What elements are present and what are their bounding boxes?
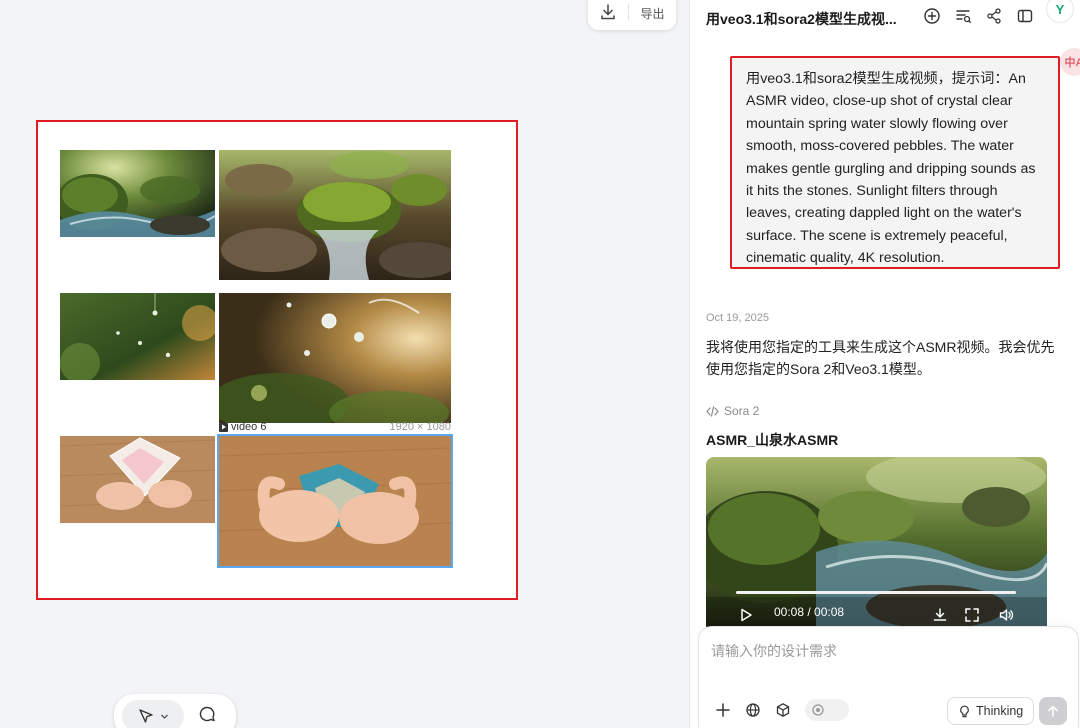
- user-avatar[interactable]: Y: [1047, 0, 1073, 22]
- cube-icon[interactable]: [775, 702, 791, 718]
- assistant-message: 我将使用您指定的工具来生成这个ASMR视频。我会优先使用您指定的Sora 2和V…: [706, 339, 1055, 377]
- chevron-down-icon: [160, 714, 168, 719]
- share-icon[interactable]: [984, 6, 1004, 26]
- code-icon: [706, 405, 719, 417]
- new-chat-icon[interactable]: [922, 6, 942, 26]
- video-progress-track[interactable]: [736, 591, 1016, 594]
- message-date: Oct 19, 2025: [706, 312, 769, 324]
- canvas-bottom-toolbar: [114, 694, 236, 728]
- panel-layout-icon[interactable]: [1015, 6, 1035, 26]
- canvas-image-stream-1[interactable]: [60, 150, 215, 237]
- video-title: ASMR_山泉水ASMR: [706, 432, 839, 448]
- pointer-icon: [138, 709, 153, 723]
- download-icon[interactable]: [588, 0, 628, 30]
- user-prompt-bubble: 用veo3.1和sora2模型生成视频，提示词：An ASMR video, c…: [730, 56, 1060, 269]
- video-player[interactable]: 00:08 / 00:08: [706, 457, 1047, 633]
- tile-meta-video-6: video 6 1920 × 1080: [219, 420, 451, 434]
- comment-tool-button[interactable]: [198, 705, 216, 728]
- canvas-image-stream-2[interactable]: [219, 150, 451, 280]
- history-icon[interactable]: [953, 6, 973, 26]
- volume-icon[interactable]: [998, 607, 1014, 628]
- tool-tag: Sora 2: [706, 404, 759, 418]
- thinking-label: Thinking: [976, 704, 1024, 718]
- video-download-icon[interactable]: [932, 607, 948, 628]
- canvas-image-drops-1[interactable]: [60, 293, 215, 380]
- model-toggle[interactable]: [805, 699, 849, 721]
- lightbulb-icon: [960, 705, 969, 717]
- globe-icon[interactable]: [745, 702, 761, 718]
- send-button[interactable]: [1039, 697, 1067, 725]
- canvas-top-toolbar: 导出: [588, 0, 676, 30]
- export-button[interactable]: 导出: [629, 3, 676, 22]
- prompt-input[interactable]: [711, 643, 1051, 659]
- canvas-image-hands-2[interactable]: [217, 434, 453, 568]
- comment-icon: [199, 706, 215, 721]
- tool-name: Sora 2: [724, 404, 760, 418]
- translate-button[interactable]: 中A: [1060, 48, 1080, 76]
- video-controls: 00:08 / 00:08: [706, 591, 1047, 628]
- conversation-title: 用veo3.1和sora2模型生成视...: [706, 11, 897, 27]
- video-icon: [219, 422, 228, 432]
- thinking-button[interactable]: Thinking: [947, 697, 1035, 725]
- arrow-up-icon: [1048, 705, 1058, 717]
- video-time: 00:08 / 00:08: [774, 605, 845, 619]
- canvas-image-hands-1[interactable]: [60, 436, 215, 523]
- canvas-image-drops-2[interactable]: [219, 293, 451, 423]
- sparkle-icon: [812, 704, 824, 716]
- chat-panel: 用veo3.1和sora2模型生成视... Y 中A 用veo3.1和sora2…: [689, 0, 1080, 728]
- tile-name: video 6: [231, 421, 267, 433]
- add-attachment-icon[interactable]: [715, 702, 731, 718]
- video-progress-fill: [736, 591, 1016, 594]
- message-composer: Thinking: [698, 626, 1079, 728]
- play-icon[interactable]: [738, 607, 754, 628]
- tile-dimensions: 1920 × 1080: [389, 421, 451, 433]
- fullscreen-icon[interactable]: [964, 607, 980, 628]
- panel-header: 用veo3.1和sora2模型生成视... Y: [690, 0, 1080, 36]
- design-canvas[interactable]: 导出 video 6 1920 × 1080: [0, 0, 689, 728]
- pointer-tool-button[interactable]: [122, 700, 184, 728]
